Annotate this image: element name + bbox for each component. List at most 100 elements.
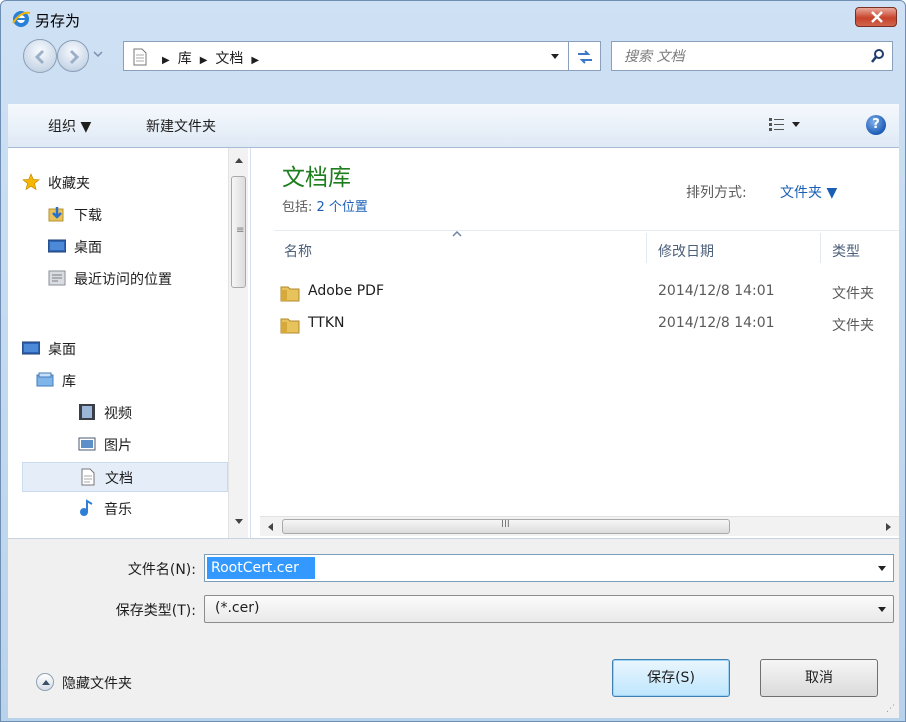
column-divider[interactable]	[646, 233, 647, 263]
scrollbar-grip-icon: III	[501, 519, 510, 530]
desktop-icon	[48, 239, 66, 253]
breadcrumb-separator-icon[interactable]: ▶	[251, 55, 259, 66]
refresh-button[interactable]	[569, 41, 601, 71]
scroll-down-icon[interactable]	[234, 518, 244, 526]
sidebar-item-label: 文档	[105, 471, 133, 487]
title-bar[interactable]: 另存为	[1, 1, 905, 37]
breadcrumb-separator-icon[interactable]: ▶	[200, 55, 208, 66]
column-name[interactable]: 名称	[284, 241, 312, 261]
collapse-icon	[36, 673, 54, 691]
filetype-label: 保存类型(T):	[115, 603, 196, 619]
help-icon[interactable]: ?	[866, 115, 886, 135]
sidebar-item-desktop[interactable]: 桌面	[48, 232, 222, 262]
window-title: 另存为	[35, 12, 81, 30]
navigation-scrollbar[interactable]: ≡	[228, 148, 248, 538]
sidebar-item-label: 最近访问的位置	[74, 272, 172, 288]
horizontal-scrollbar[interactable]: III	[260, 516, 899, 536]
file-row[interactable]: TTKN 2014/12/8 14:01 文件夹	[274, 310, 899, 340]
sidebar-item-label: 图片	[104, 438, 132, 454]
scrollbar-thumb[interactable]: ≡	[231, 176, 246, 288]
forward-arrow-icon	[69, 49, 80, 65]
filename-input[interactable]	[207, 557, 315, 579]
ie-icon	[11, 9, 31, 29]
column-date-modified[interactable]: 修改日期	[658, 241, 714, 261]
sidebar-item-recent-places[interactable]: 最近访问的位置	[48, 264, 226, 294]
sidebar-item-documents[interactable]: 文档	[22, 462, 228, 492]
back-arrow-icon	[34, 49, 45, 65]
file-date: 2014/12/8 14:01	[658, 315, 775, 331]
download-folder-icon	[48, 207, 64, 222]
sidebar-item-downloads[interactable]: 下载	[48, 200, 222, 230]
sidebar-item-music[interactable]: 音乐	[78, 494, 222, 524]
video-icon	[79, 404, 95, 420]
filename-combo[interactable]	[204, 554, 894, 582]
desktop-icon	[22, 341, 40, 355]
sort-ascending-icon	[452, 231, 462, 237]
cancel-button[interactable]: 取消	[760, 659, 878, 697]
history-dropdown-icon[interactable]	[93, 50, 103, 58]
sidebar-item-favorites[interactable]: 收藏夹	[22, 168, 222, 198]
scroll-right-icon[interactable]	[885, 522, 893, 532]
star-icon	[22, 173, 40, 191]
search-box[interactable]	[611, 41, 893, 71]
address-bar[interactable]: ▶ 库 ▶ 文档 ▶	[123, 41, 569, 71]
column-type[interactable]: 类型	[832, 241, 860, 261]
forward-button[interactable]	[57, 40, 89, 72]
music-icon	[80, 499, 93, 516]
arrange-by-dropdown[interactable]: 文件夹 ▼	[780, 182, 837, 202]
sidebar-item-label: 下载	[74, 208, 102, 224]
resize-grip-icon[interactable]: ⋰	[886, 704, 895, 714]
file-pane: 文档库 包括: 2 个位置 排列方式: 文件夹 ▼ 名称 修改日期 类型 Ado…	[252, 148, 899, 538]
sidebar-item-videos[interactable]: 视频	[78, 398, 222, 428]
scroll-left-icon[interactable]	[266, 522, 274, 532]
recent-places-icon	[48, 270, 66, 286]
file-row[interactable]: Adobe PDF 2014/12/8 14:01 文件夹	[274, 278, 899, 308]
view-options-button[interactable]	[768, 117, 804, 135]
main-content: 收藏夹 下载 桌面 最近访问的位置 桌面 库 视频 图片 文档 音乐 ≡ 文档库…	[8, 148, 899, 538]
scrollbar-thumb[interactable]: III	[282, 519, 730, 534]
organize-menu[interactable]: 组织 ▼	[48, 116, 91, 136]
file-date: 2014/12/8 14:01	[658, 283, 775, 299]
new-folder-button[interactable]: 新建文件夹	[146, 116, 216, 136]
search-icon[interactable]	[870, 48, 886, 64]
sidebar-item-label: 库	[62, 374, 76, 390]
includes-locations-link[interactable]: 2 个位置	[317, 200, 368, 215]
filename-dropdown-icon[interactable]	[877, 565, 887, 573]
close-icon	[871, 11, 883, 23]
filetype-select[interactable]: (*.cer)	[204, 595, 894, 623]
sidebar-item-label: 桌面	[48, 342, 76, 358]
filename-label: 文件名(N):	[127, 562, 196, 578]
save-form: 文件名(N): 保存类型(T): (*.cer) 隐藏文件夹 保存(S) 取消 …	[8, 538, 899, 718]
navigation-row: ▶ 库 ▶ 文档 ▶	[1, 37, 905, 77]
arrange-by-label: 排列方式:	[686, 185, 747, 201]
column-header: 名称 修改日期 类型	[274, 230, 899, 266]
sidebar-item-desktop-root[interactable]: 桌面	[22, 334, 222, 364]
sidebar-item-libraries[interactable]: 库	[36, 366, 222, 396]
sidebar-item-label: 音乐	[104, 502, 132, 518]
back-button[interactable]	[23, 39, 57, 73]
sidebar-item-pictures[interactable]: 图片	[78, 430, 222, 460]
breadcrumb-separator-icon[interactable]: ▶	[162, 55, 170, 66]
sidebar-item-label: 桌面	[74, 240, 102, 256]
address-dropdown-icon[interactable]	[550, 53, 560, 61]
save-button[interactable]: 保存(S)	[612, 659, 730, 697]
breadcrumb-documents[interactable]: 文档	[215, 48, 243, 68]
folder-icon	[280, 318, 300, 334]
filetype-dropdown-icon[interactable]	[877, 606, 887, 614]
column-divider[interactable]	[820, 233, 821, 263]
breadcrumb-library[interactable]: 库	[178, 48, 192, 68]
sidebar-item-label: 收藏夹	[48, 176, 90, 192]
scroll-up-icon[interactable]	[234, 156, 244, 164]
includes-label: 包括:	[282, 200, 313, 215]
close-button[interactable]	[855, 7, 897, 27]
file-name: TTKN	[308, 315, 345, 331]
file-type: 文件夹	[832, 286, 874, 302]
file-name: Adobe PDF	[308, 283, 385, 299]
scrollbar-grip-icon: ≡	[236, 225, 245, 236]
sidebar-item-label: 视频	[104, 406, 132, 422]
file-type: 文件夹	[832, 318, 874, 334]
breadcrumb: ▶ 库 ▶ 文档 ▶	[154, 48, 267, 68]
view-details-icon	[769, 118, 800, 131]
library-title: 文档库	[282, 165, 351, 191]
search-input[interactable]	[624, 46, 854, 68]
